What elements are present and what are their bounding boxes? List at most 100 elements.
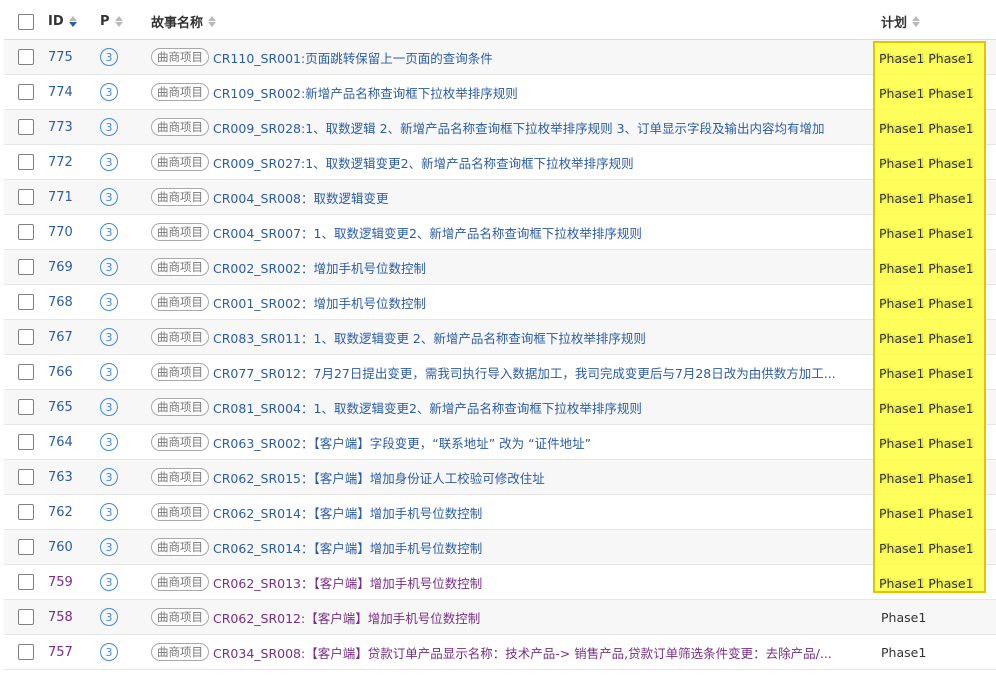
table-row[interactable]: 759 3 曲商项目 CR062_SR013：【客户端】增加手机号位数控制 Ph… xyxy=(4,565,996,600)
row-checkbox[interactable] xyxy=(18,504,34,520)
table-row[interactable]: 763 3 曲商项目 CR062_SR015：【客户端】增加身份证人工校验可修改… xyxy=(4,460,996,495)
priority-badge: 3 xyxy=(100,538,118,556)
highlighted-plan-value: Phase1 Phase1 xyxy=(879,51,974,66)
priority-badge: 3 xyxy=(100,608,118,626)
story-id[interactable]: 773 xyxy=(48,120,73,135)
table-row[interactable]: 758 3 曲商项目 CR062_SR012:【客户端】增加手机号位数控制 Ph… xyxy=(4,600,996,635)
sort-icon[interactable] xyxy=(912,16,921,27)
row-checkbox[interactable] xyxy=(18,329,34,345)
row-checkbox[interactable] xyxy=(18,84,34,100)
story-id[interactable]: 772 xyxy=(48,155,73,170)
story-id[interactable]: 774 xyxy=(48,85,73,100)
column-header-id[interactable]: ID xyxy=(48,4,88,39)
story-title-link[interactable]: CR034_SR008:【客户端】贷款订单产品显示名称：技术产品-> 销售产品,… xyxy=(213,643,832,662)
priority-badge: 3 xyxy=(100,398,118,416)
row-checkbox[interactable] xyxy=(18,259,34,275)
row-checkbox[interactable] xyxy=(18,154,34,170)
story-title-link[interactable]: CR081_SR004：1、取数逻辑变更2、新增产品名称查询框下拉枚举排序规则 xyxy=(213,398,642,417)
story-id[interactable]: 758 xyxy=(48,610,73,625)
row-checkbox[interactable] xyxy=(18,294,34,310)
story-title-link[interactable]: CR004_SR008：取数逻辑变更 xyxy=(213,188,389,207)
column-header-priority[interactable]: P xyxy=(100,4,130,39)
row-checkbox[interactable] xyxy=(18,224,34,240)
project-tag: 曲商项目 xyxy=(151,48,209,66)
row-checkbox[interactable] xyxy=(18,644,34,660)
story-title-link[interactable]: CR062_SR014：【客户端】增加手机号位数控制 xyxy=(213,538,482,557)
story-title-link[interactable]: CR062_SR014：【客户端】增加手机号位数控制 xyxy=(213,503,482,522)
row-checkbox[interactable] xyxy=(18,189,34,205)
table-row[interactable]: 767 3 曲商项目 CR083_SR011：1、取数逻辑变更 2、新增产品名称… xyxy=(4,320,996,355)
row-checkbox[interactable] xyxy=(18,364,34,380)
story-title-link[interactable]: CR110_SR001:页面跳转保留上一页面的查询条件 xyxy=(213,48,493,67)
row-checkbox[interactable] xyxy=(18,434,34,450)
table-row[interactable]: 773 3 曲商项目 CR009_SR028:1、取数逻辑 2、新增产品名称查询… xyxy=(4,110,996,145)
row-checkbox[interactable] xyxy=(18,539,34,555)
priority-badge: 3 xyxy=(100,503,118,521)
highlighted-plan-value: Phase1 Phase1 xyxy=(879,576,974,591)
highlighted-plan-value: Phase1 Phase1 xyxy=(879,226,974,241)
row-checkbox[interactable] xyxy=(18,574,34,590)
priority-badge: 3 xyxy=(100,468,118,486)
story-id[interactable]: 762 xyxy=(48,505,73,520)
row-checkbox[interactable] xyxy=(18,469,34,485)
project-tag: 曲商项目 xyxy=(151,363,209,381)
sort-icon[interactable] xyxy=(208,16,217,27)
highlighted-plan-value: Phase1 Phase1 xyxy=(879,436,974,451)
story-id[interactable]: 760 xyxy=(48,540,73,555)
table-row[interactable]: 760 3 曲商项目 CR062_SR014：【客户端】增加手机号位数控制 Ph… xyxy=(4,530,996,565)
story-id[interactable]: 768 xyxy=(48,295,73,310)
story-id[interactable]: 764 xyxy=(48,435,73,450)
story-id[interactable]: 759 xyxy=(48,575,73,590)
project-tag: 曲商项目 xyxy=(151,223,209,241)
project-tag: 曲商项目 xyxy=(151,468,209,486)
table-row[interactable]: 770 3 曲商项目 CR004_SR007：1、取数逻辑变更2、新增产品名称查… xyxy=(4,215,996,250)
story-id[interactable]: 769 xyxy=(48,260,73,275)
table-row[interactable]: 766 3 曲商项目 CR077_SR012：7月27日提出变更，需我司执行导入… xyxy=(4,355,996,390)
story-title-link[interactable]: CR009_SR028:1、取数逻辑 2、新增产品名称查询框下拉枚举排序规则 3… xyxy=(213,118,825,137)
select-all-checkbox[interactable] xyxy=(18,13,34,30)
project-tag: 曲商项目 xyxy=(151,293,209,311)
table-row[interactable]: 772 3 曲商项目 CR009_SR027:1、取数逻辑变更2、新增产品名称查… xyxy=(4,145,996,180)
table-row[interactable]: 765 3 曲商项目 CR081_SR004：1、取数逻辑变更2、新增产品名称查… xyxy=(4,390,996,425)
table-row[interactable]: 774 3 曲商项目 CR109_SR002:新增产品名称查询框下拉枚举排序规则… xyxy=(4,75,996,110)
row-checkbox[interactable] xyxy=(18,49,34,65)
column-header-plan[interactable]: 计划 xyxy=(881,4,991,39)
highlighted-plan-value: Phase1 Phase1 xyxy=(879,261,974,276)
story-title-link[interactable]: CR063_SR002：【客户端】字段变更，“联系地址” 改为 “证件地址” xyxy=(213,433,591,452)
story-id[interactable]: 767 xyxy=(48,330,73,345)
row-checkbox[interactable] xyxy=(18,609,34,625)
story-title-link[interactable]: CR009_SR027:1、取数逻辑变更2、新增产品名称查询框下拉枚举排序规则 xyxy=(213,153,634,172)
table-row[interactable]: 757 3 曲商项目 CR034_SR008:【客户端】贷款订单产品显示名称：技… xyxy=(4,635,996,670)
priority-badge: 3 xyxy=(100,118,118,136)
story-title-link[interactable]: CR004_SR007：1、取数逻辑变更2、新增产品名称查询框下拉枚举排序规则 xyxy=(213,223,642,242)
table-row[interactable]: 775 3 曲商项目 CR110_SR001:页面跳转保留上一页面的查询条件 P… xyxy=(4,40,996,75)
story-id[interactable]: 770 xyxy=(48,225,73,240)
story-title-link[interactable]: CR062_SR013：【客户端】增加手机号位数控制 xyxy=(213,573,482,592)
table-row[interactable]: 762 3 曲商项目 CR062_SR014：【客户端】增加手机号位数控制 Ph… xyxy=(4,495,996,530)
priority-badge: 3 xyxy=(100,433,118,451)
story-title-link[interactable]: CR062_SR015：【客户端】增加身份证人工校验可修改住址 xyxy=(213,468,545,487)
story-title-link[interactable]: CR083_SR011：1、取数逻辑变更 2、新增产品名称查询框下拉枚举排序规则 xyxy=(213,328,646,347)
story-id[interactable]: 775 xyxy=(48,50,73,65)
story-title-link[interactable]: CR001_SR002：增加手机号位数控制 xyxy=(213,293,426,312)
sort-icon[interactable] xyxy=(68,16,77,27)
project-tag: 曲商项目 xyxy=(151,573,209,591)
story-id[interactable]: 765 xyxy=(48,400,73,415)
table-row[interactable]: 771 3 曲商项目 CR004_SR008：取数逻辑变更 Phase1 Pha… xyxy=(4,180,996,215)
row-checkbox[interactable] xyxy=(18,119,34,135)
story-id[interactable]: 757 xyxy=(48,645,73,660)
table-row[interactable]: 769 3 曲商项目 CR002_SR002：增加手机号位数控制 Phase1 … xyxy=(4,250,996,285)
table-row[interactable]: 768 3 曲商项目 CR001_SR002：增加手机号位数控制 Phase1 … xyxy=(4,285,996,320)
story-title-link[interactable]: CR062_SR012:【客户端】增加手机号位数控制 xyxy=(213,608,480,627)
story-id[interactable]: 766 xyxy=(48,365,73,380)
table-row[interactable]: 764 3 曲商项目 CR063_SR002：【客户端】字段变更，“联系地址” … xyxy=(4,425,996,460)
sort-icon[interactable] xyxy=(114,16,123,27)
story-title-link[interactable]: CR002_SR002：增加手机号位数控制 xyxy=(213,258,426,277)
story-title-link[interactable]: CR077_SR012：7月27日提出变更，需我司执行导入数据加工，我司完成变更… xyxy=(213,363,836,382)
story-title-link[interactable]: CR109_SR002:新增产品名称查询框下拉枚举排序规则 xyxy=(213,83,518,102)
column-header-title[interactable]: 故事名称 xyxy=(151,4,866,39)
story-id[interactable]: 763 xyxy=(48,470,73,485)
story-id[interactable]: 771 xyxy=(48,190,73,205)
project-tag: 曲商项目 xyxy=(151,118,209,136)
row-checkbox[interactable] xyxy=(18,399,34,415)
